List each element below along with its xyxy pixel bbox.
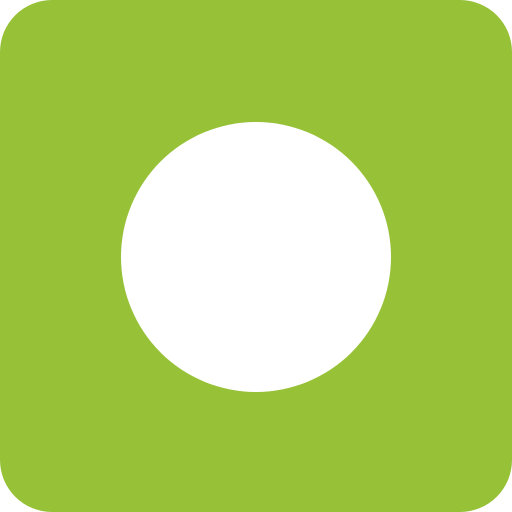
app-icon-tile[interactable] <box>0 0 512 512</box>
circle-icon <box>121 122 391 392</box>
